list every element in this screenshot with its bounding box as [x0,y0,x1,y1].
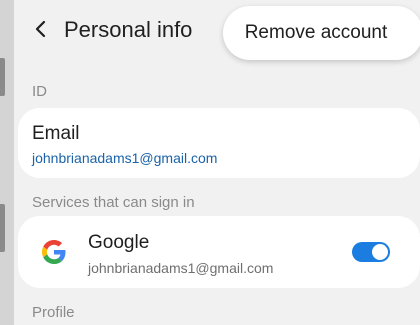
google-logo-icon [42,240,66,264]
overflow-popup-menu: Remove account [223,6,420,60]
google-service-name: Google [88,232,150,253]
email-value: johnbrianadams1@gmail.com [32,150,218,166]
section-label-profile: Profile [32,304,75,321]
section-label-services: Services that can sign in [32,194,195,211]
personal-info-screen: Personal info Remove account ID Email jo… [14,0,420,325]
email-title: Email [32,123,80,144]
power-button [0,204,5,252]
google-service-row[interactable]: Google johnbrianadams1@gmail.com [18,216,420,288]
google-account-email: johnbrianadams1@gmail.com [88,260,274,276]
volume-button [0,58,5,96]
back-button[interactable] [26,14,56,44]
section-label-id: ID [32,83,47,100]
page-title: Personal info [64,17,193,42]
device-frame [0,0,14,325]
toggle-knob [371,243,389,261]
chevron-left-icon [35,20,46,38]
remove-account-menu-item[interactable]: Remove account [223,6,409,60]
email-card[interactable]: Email johnbrianadams1@gmail.com [18,108,420,178]
google-sign-in-toggle[interactable] [352,242,390,262]
